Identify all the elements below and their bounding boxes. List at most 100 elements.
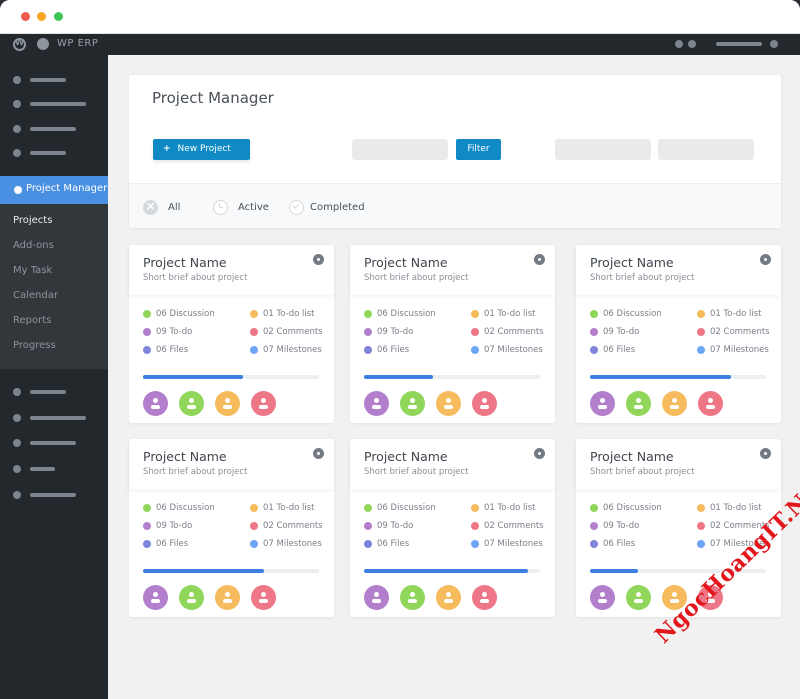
stat-todo[interactable]: 09 To-do xyxy=(143,327,192,337)
sidebar-placeholder-item[interactable] xyxy=(0,434,108,452)
sidebar-item-project-manager[interactable]: Project Manager xyxy=(0,176,108,204)
stat-todo-list[interactable]: 01 To-do list xyxy=(697,309,761,319)
minimize-window-button[interactable] xyxy=(37,12,46,21)
project-card[interactable]: Project Name Short brief about project 0… xyxy=(350,245,555,423)
project-name[interactable]: Project Name xyxy=(143,255,227,270)
stat-todo[interactable]: 09 To-do xyxy=(364,327,413,337)
stat-discussion[interactable]: 06 Discussion xyxy=(143,503,215,513)
stat-files[interactable]: 06 Files xyxy=(143,345,188,355)
gear-icon[interactable] xyxy=(313,448,324,459)
wordpress-logo-icon[interactable] xyxy=(13,38,26,51)
stat-discussion[interactable]: 06 Discussion xyxy=(364,503,436,513)
stat-files[interactable]: 06 Files xyxy=(590,345,635,355)
stat-discussion[interactable]: 06 Discussion xyxy=(143,309,215,319)
filter-button[interactable]: Filter xyxy=(456,139,501,160)
sidebar-placeholder-item[interactable] xyxy=(0,71,108,89)
erp-logo-icon[interactable] xyxy=(37,38,49,50)
avatar[interactable] xyxy=(179,391,204,416)
sidebar-placeholder-item[interactable] xyxy=(0,120,108,138)
stat-files[interactable]: 06 Files xyxy=(143,539,188,549)
gear-icon[interactable] xyxy=(534,254,545,265)
submenu-item-progress[interactable]: Progress xyxy=(13,340,56,351)
stat-comments[interactable]: 02 Comments xyxy=(471,521,544,531)
avatar[interactable] xyxy=(143,391,168,416)
stat-comments[interactable]: 02 Comments xyxy=(471,327,544,337)
stat-files[interactable]: 06 Files xyxy=(364,345,409,355)
stat-todo-list[interactable]: 01 To-do list xyxy=(250,309,314,319)
project-name[interactable]: Project Name xyxy=(364,255,448,270)
submenu-item-add-ons[interactable]: Add-ons xyxy=(13,240,54,251)
sort-select[interactable] xyxy=(658,139,754,160)
maximize-window-button[interactable] xyxy=(54,12,63,21)
stat-todo[interactable]: 09 To-do xyxy=(590,521,639,531)
submenu-item-calendar[interactable]: Calendar xyxy=(13,290,58,301)
avatar[interactable] xyxy=(472,391,497,416)
submenu-item-my-task[interactable]: My Task xyxy=(13,265,52,276)
stat-todo-list[interactable]: 01 To-do list xyxy=(471,503,535,513)
stat-milestones[interactable]: 07 Milestones xyxy=(471,539,543,549)
stat-milestones[interactable]: 07 Milestones xyxy=(250,539,322,549)
gear-icon[interactable] xyxy=(760,448,771,459)
stat-comments[interactable]: 02 Comments xyxy=(697,327,770,337)
project-card[interactable]: Project Name Short brief about project 0… xyxy=(129,245,334,423)
gear-icon[interactable] xyxy=(313,254,324,265)
stat-milestones[interactable]: 07 Milestones xyxy=(250,345,322,355)
stat-comments[interactable]: 02 Comments xyxy=(250,327,323,337)
avatar[interactable] xyxy=(472,585,497,610)
sidebar-placeholder-item[interactable] xyxy=(0,486,108,504)
stat-todo-list[interactable]: 01 To-do list xyxy=(697,503,761,513)
avatar[interactable] xyxy=(251,391,276,416)
avatar[interactable] xyxy=(590,391,615,416)
sidebar-placeholder-item[interactable] xyxy=(0,383,108,401)
avatar[interactable] xyxy=(590,585,615,610)
avatar[interactable] xyxy=(698,391,723,416)
tab-all[interactable]: All xyxy=(143,198,180,216)
project-card[interactable]: Project Name Short brief about project 0… xyxy=(576,439,781,617)
stat-discussion[interactable]: 06 Discussion xyxy=(590,503,662,513)
project-card[interactable]: Project Name Short brief about project 0… xyxy=(576,245,781,423)
submenu-item-reports[interactable]: Reports xyxy=(13,315,51,326)
adminbar-placeholder-icon[interactable] xyxy=(675,40,683,48)
avatar[interactable] xyxy=(364,391,389,416)
project-name[interactable]: Project Name xyxy=(590,255,674,270)
avatar[interactable] xyxy=(626,391,651,416)
adminbar-user-placeholder[interactable] xyxy=(716,42,762,46)
stat-todo[interactable]: 09 To-do xyxy=(364,521,413,531)
avatar[interactable] xyxy=(436,391,461,416)
avatar[interactable] xyxy=(662,391,687,416)
stat-comments[interactable]: 02 Comments xyxy=(250,521,323,531)
avatar[interactable] xyxy=(400,585,425,610)
search-input[interactable] xyxy=(555,139,651,160)
project-card[interactable]: Project Name Short brief about project 0… xyxy=(129,439,334,617)
gear-icon[interactable] xyxy=(760,254,771,265)
project-name[interactable]: Project Name xyxy=(364,449,448,464)
avatar[interactable] xyxy=(251,585,276,610)
avatar[interactable] xyxy=(436,585,461,610)
avatar[interactable] xyxy=(626,585,651,610)
new-project-button[interactable]: + New Project xyxy=(153,139,250,160)
stat-files[interactable]: 06 Files xyxy=(590,539,635,549)
stat-todo-list[interactable]: 01 To-do list xyxy=(471,309,535,319)
avatar[interactable] xyxy=(364,585,389,610)
stat-milestones[interactable]: 07 Milestones xyxy=(697,345,769,355)
sidebar-placeholder-item[interactable] xyxy=(0,460,108,478)
app-name[interactable]: WP ERP xyxy=(57,38,98,49)
avatar[interactable] xyxy=(400,391,425,416)
stat-files[interactable]: 06 Files xyxy=(364,539,409,549)
stat-todo[interactable]: 09 To-do xyxy=(590,327,639,337)
adminbar-avatar-placeholder[interactable] xyxy=(770,40,778,48)
adminbar-placeholder-icon[interactable] xyxy=(688,40,696,48)
project-name[interactable]: Project Name xyxy=(590,449,674,464)
avatar[interactable] xyxy=(215,391,240,416)
stat-milestones[interactable]: 07 Milestones xyxy=(471,345,543,355)
filter-input[interactable] xyxy=(352,139,448,160)
stat-todo[interactable]: 09 To-do xyxy=(143,521,192,531)
avatar[interactable] xyxy=(215,585,240,610)
avatar[interactable] xyxy=(143,585,168,610)
sidebar-placeholder-item[interactable] xyxy=(0,95,108,113)
sidebar-placeholder-item[interactable] xyxy=(0,409,108,427)
sidebar-placeholder-item[interactable] xyxy=(0,144,108,162)
avatar[interactable] xyxy=(179,585,204,610)
close-window-button[interactable] xyxy=(21,12,30,21)
project-card[interactable]: Project Name Short brief about project 0… xyxy=(350,439,555,617)
